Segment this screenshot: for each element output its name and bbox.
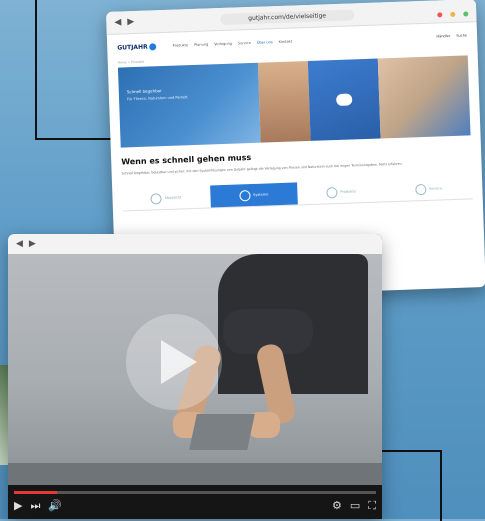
connector-line-top [35, 0, 112, 140]
search-link[interactable]: Suche [456, 33, 467, 37]
hero-image-hand [257, 60, 311, 143]
tab-systems[interactable]: Systeme [209, 182, 298, 208]
url-bar[interactable]: gutjahr.com/de/vielseitige [220, 8, 355, 25]
nav-item[interactable]: Planung [194, 42, 208, 46]
window-controls [434, 1, 469, 21]
theater-mode-icon[interactable]: ▭ [350, 499, 360, 513]
fullscreen-icon[interactable]: ⛶ [368, 499, 376, 513]
hero-title: Schnell begehbar [126, 88, 162, 95]
close-icon[interactable] [437, 11, 443, 17]
hero-image-finger [377, 55, 471, 139]
tab-service[interactable]: Service [385, 176, 473, 201]
controls-right: ⚙ ▭ ⛶ [324, 499, 376, 513]
video-frame[interactable] [8, 254, 382, 485]
hero-text-panel: Schnell begehbar Für Fliesen, Naturstein… [117, 62, 261, 148]
video-player-window: ◀ ▶ ▶ ⏭ 🔊 ⚙ ▭ ⛶ [8, 234, 382, 519]
back-icon[interactable]: ◀ [114, 17, 121, 27]
nav-item[interactable]: Kontakt [279, 40, 293, 44]
logo-mark-icon [149, 42, 157, 50]
video-floor-strip [8, 463, 382, 485]
tab-bar: Übersicht Systeme Produkte Service [122, 176, 473, 212]
tab-products[interactable]: Produkte [297, 180, 385, 205]
nav-item[interactable]: Verlegung [214, 42, 232, 47]
utility-nav: Händler Suche [430, 33, 467, 38]
hero-cloud-tile [307, 58, 381, 141]
video-progress-bar[interactable] [14, 491, 376, 494]
cloud-icon [336, 93, 353, 107]
video-progress-fill [14, 491, 58, 494]
video-tile [189, 414, 255, 450]
back-icon[interactable]: ◀ [16, 239, 23, 249]
nav-item[interactable]: Service [238, 41, 251, 45]
tab-icon [238, 189, 251, 202]
controls-left: ▶ ⏭ 🔊 [14, 499, 70, 513]
hero-banner: Schnell begehbar Für Fliesen, Naturstein… [117, 55, 471, 148]
play-icon [161, 340, 197, 384]
tab-overview[interactable]: Übersicht [122, 186, 210, 211]
nav-item-active[interactable]: Über uns [257, 40, 273, 45]
tab-icon [326, 186, 338, 199]
main-nav: Produkte Planung Verlegung Service Über … [173, 39, 299, 48]
play-control-icon[interactable]: ▶ [14, 499, 22, 513]
nav-item[interactable]: Produkte [173, 43, 189, 48]
forward-icon[interactable]: ▶ [29, 239, 36, 249]
connector-line-bottom [382, 450, 442, 521]
video-controls: ▶ ⏭ 🔊 ⚙ ▭ ⛶ [8, 485, 382, 519]
next-icon[interactable]: ⏭ [30, 499, 40, 513]
video-window-toolbar: ◀ ▶ [8, 234, 382, 255]
hero-subtitle: Für Fliesen, Naturstein und Parkett [126, 95, 188, 102]
play-button[interactable] [126, 314, 222, 410]
maximize-icon[interactable] [463, 10, 469, 17]
minimize-icon[interactable] [450, 11, 456, 17]
tab-icon [414, 183, 427, 195]
site-logo[interactable]: GUTJAHR [117, 42, 157, 51]
tab-icon [150, 192, 163, 205]
dealer-link[interactable]: Händler [436, 34, 450, 38]
settings-icon[interactable]: ⚙ [332, 499, 342, 513]
forward-icon[interactable]: ▶ [127, 17, 134, 27]
volume-icon[interactable]: 🔊 [48, 499, 62, 513]
